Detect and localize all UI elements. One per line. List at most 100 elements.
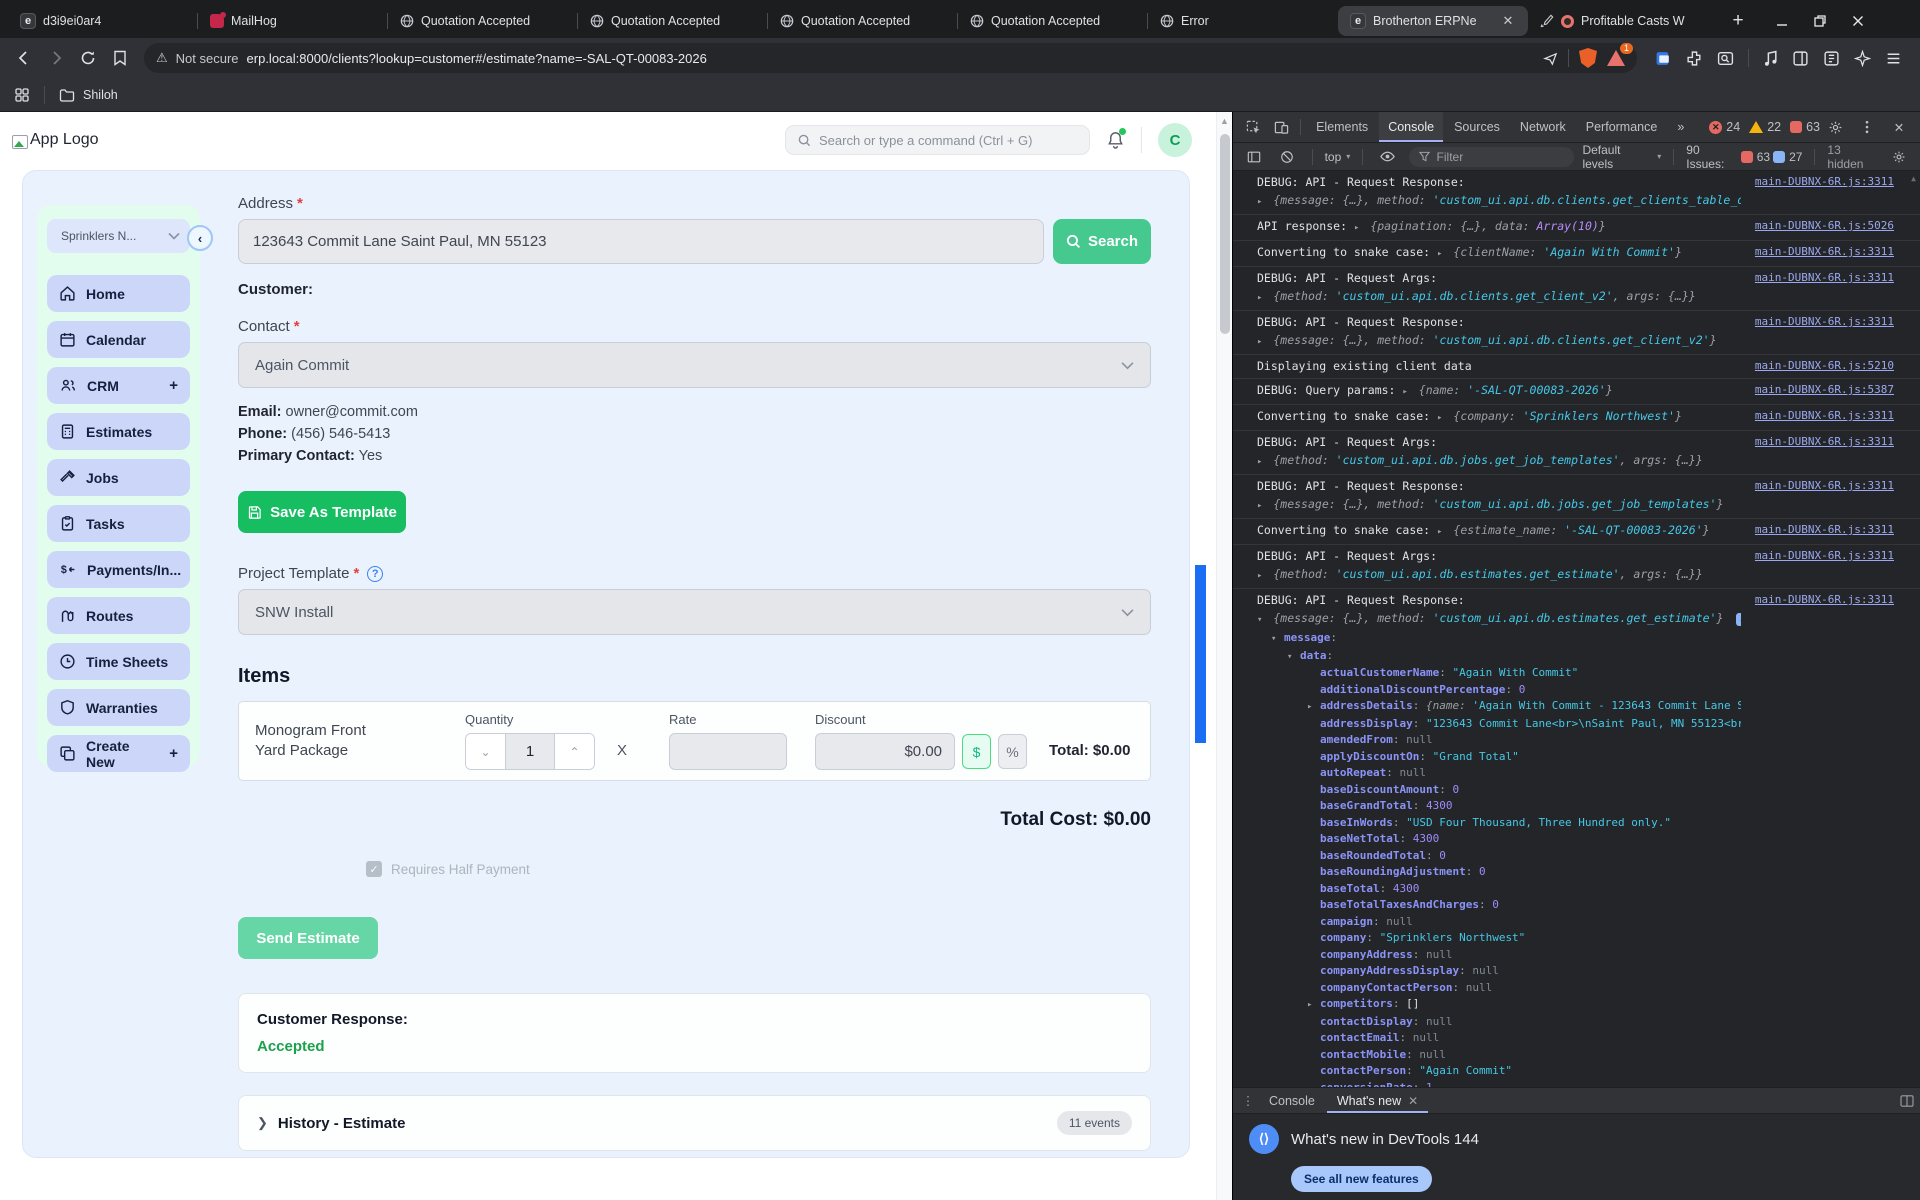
drawer-dock-icon[interactable] bbox=[1900, 1094, 1914, 1107]
reload-button[interactable] bbox=[74, 44, 102, 72]
sidebar-item-create-new[interactable]: Create New + bbox=[47, 735, 190, 772]
object-property[interactable]: autoRepeat: null bbox=[1257, 765, 1741, 782]
drawer-tab-whats-new[interactable]: What's new ✕ bbox=[1327, 1088, 1428, 1113]
discount-percent-toggle[interactable]: % bbox=[998, 734, 1028, 769]
object-property[interactable]: conversionRate: 1 bbox=[1257, 1080, 1741, 1088]
bookmark-folder-shiloh[interactable]: Shiloh bbox=[59, 88, 118, 102]
warning-count-badge[interactable]: 22 bbox=[1749, 120, 1781, 134]
sidebar-item-time-sheets[interactable]: Time Sheets bbox=[47, 643, 190, 680]
apps-grid-icon[interactable] bbox=[14, 87, 30, 103]
console-log-row[interactable]: Displaying existing client data main-DUB… bbox=[1233, 355, 1920, 379]
contact-select[interactable]: Again Commit bbox=[238, 342, 1151, 388]
object-property[interactable]: baseGrandTotal: 4300 bbox=[1257, 798, 1741, 815]
expand-caret-icon[interactable]: ▸ bbox=[1257, 571, 1262, 581]
console-log-row[interactable]: Converting to snake case: ▸ {company: 'S… bbox=[1233, 405, 1920, 431]
url-text[interactable]: erp.local:8000/clients?lookup=customer#/… bbox=[247, 51, 1527, 66]
context-selector[interactable]: top ▾ bbox=[1325, 150, 1351, 164]
sidebar-item-jobs[interactable]: Jobs bbox=[47, 459, 190, 496]
object-property[interactable]: additionalDiscountPercentage: 0 bbox=[1257, 682, 1741, 699]
object-property[interactable]: amendedFrom: null bbox=[1257, 732, 1741, 749]
minimize-button[interactable] bbox=[1776, 15, 1788, 27]
log-levels-dropdown[interactable]: Default levels ▾ bbox=[1582, 143, 1661, 171]
extensions-icon[interactable] bbox=[1686, 50, 1703, 67]
user-avatar[interactable]: C bbox=[1158, 123, 1192, 157]
tab-brotherton-erpnext-active[interactable]: e Brotherton ERPNe ✕ bbox=[1338, 6, 1528, 36]
inspect-element-icon[interactable] bbox=[1241, 115, 1267, 139]
object-property[interactable]: companyAddress: null bbox=[1257, 947, 1741, 964]
object-property[interactable]: ▸ addressDetails: {name: 'Again With Comm… bbox=[1257, 698, 1741, 716]
expand-caret-icon[interactable]: ▸ bbox=[1257, 337, 1262, 347]
tab-quotation-4[interactable]: Quotation Accepted bbox=[957, 6, 1148, 36]
brave-shield-icon[interactable] bbox=[1579, 48, 1597, 68]
reading-list-icon[interactable] bbox=[106, 44, 134, 72]
object-property[interactable]: campaign: null bbox=[1257, 914, 1741, 931]
source-link[interactable]: main-DUBNX-6R.js:3311 bbox=[1755, 521, 1894, 539]
sidebar-item-crm[interactable]: CRM + bbox=[47, 367, 190, 404]
brave-rewards-icon[interactable]: 1 bbox=[1607, 43, 1634, 66]
expand-caret-icon[interactable]: ▸ bbox=[1257, 197, 1262, 207]
expand-caret-icon[interactable]: ▸ bbox=[1437, 527, 1442, 537]
devtools-tab-network[interactable]: Network bbox=[1511, 112, 1575, 142]
source-link[interactable]: main-DUBNX-6R.js:3311 bbox=[1755, 547, 1894, 565]
tab-quotation-1[interactable]: Quotation Accepted bbox=[387, 6, 578, 36]
object-property[interactable]: baseTotal: 4300 bbox=[1257, 881, 1741, 898]
object-property[interactable]: contactPerson: "Again Commit" bbox=[1257, 1063, 1741, 1080]
console-settings-gear-icon[interactable] bbox=[1887, 145, 1912, 169]
send-estimate-button[interactable]: Send Estimate bbox=[238, 917, 378, 959]
object-property[interactable]: contactDisplay: null bbox=[1257, 1014, 1741, 1031]
address-bar[interactable]: ⚠ Not secure erp.local:8000/clients?look… bbox=[144, 43, 1637, 73]
back-button[interactable] bbox=[10, 44, 38, 72]
source-link[interactable]: main-DUBNX-6R.js:3311 bbox=[1755, 269, 1894, 287]
company-selector[interactable]: Sprinklers N... bbox=[47, 219, 190, 253]
form-scrollbar-thumb[interactable] bbox=[1195, 565, 1206, 743]
object-property[interactable]: companyContactPerson: null bbox=[1257, 980, 1741, 997]
sidebar-item-routes[interactable]: Routes bbox=[47, 597, 190, 634]
new-tab-button[interactable]: + bbox=[1724, 7, 1752, 35]
expand-caret-icon[interactable]: ▸ bbox=[1354, 223, 1359, 233]
project-template-select[interactable]: SNW Install bbox=[238, 589, 1151, 635]
devtools-tab-elements[interactable]: Elements bbox=[1307, 112, 1377, 142]
forward-button[interactable] bbox=[42, 44, 70, 72]
object-property[interactable]: company: "Sprinklers Northwest" bbox=[1257, 930, 1741, 947]
console-log-row[interactable]: Converting to snake case: ▸ {clientName:… bbox=[1233, 241, 1920, 267]
console-log-row[interactable]: API response: ▸ {pagination: {…}, data: … bbox=[1233, 215, 1920, 241]
sidebar-item-tasks[interactable]: Tasks bbox=[47, 505, 190, 542]
console-log-row[interactable]: DEBUG: API - Request Args: ▸ {method: 'c… bbox=[1233, 431, 1920, 475]
console-scrollbar[interactable]: ▲ bbox=[1907, 171, 1920, 1087]
tab-close-icon[interactable]: ✕ bbox=[1500, 13, 1516, 29]
expand-caret-icon[interactable]: ▸ bbox=[1437, 413, 1442, 423]
source-link[interactable]: main-DUBNX-6R.js:3311 bbox=[1755, 313, 1894, 331]
devtools-tab-console[interactable]: Console bbox=[1379, 112, 1444, 142]
history-accordion[interactable]: ❯ History - Estimate 11 events bbox=[238, 1095, 1151, 1151]
search-button[interactable]: Search bbox=[1053, 219, 1151, 264]
leo-ai-sparkle-icon[interactable] bbox=[1854, 49, 1871, 67]
devtools-tab-performance[interactable]: Performance bbox=[1577, 112, 1667, 142]
page-scrollbar[interactable]: ▲ bbox=[1216, 112, 1232, 1200]
app-logo[interactable]: App Logo bbox=[12, 131, 99, 149]
expand-caret-icon[interactable]: ▸ bbox=[1257, 457, 1262, 467]
increment-button[interactable]: ⌃ bbox=[555, 734, 594, 769]
collapse-caret-icon[interactable]: ▾ bbox=[1257, 615, 1262, 625]
expand-caret-icon[interactable]: ▸ bbox=[1307, 699, 1320, 716]
device-toolbar-icon[interactable] bbox=[1269, 115, 1295, 139]
object-property[interactable]: actualCustomerName: "Again With Commit" bbox=[1257, 665, 1741, 682]
restore-button[interactable] bbox=[1814, 15, 1826, 27]
object-property[interactable]: ▸ competitors: [] bbox=[1257, 996, 1741, 1014]
object-property[interactable]: baseRoundingAdjustment: 0 bbox=[1257, 864, 1741, 881]
tab-preview-icon[interactable] bbox=[1792, 50, 1809, 67]
sidebar-collapse-button[interactable]: ‹ bbox=[187, 225, 213, 251]
info-icon[interactable]: i bbox=[1736, 612, 1741, 626]
save-as-template-button[interactable]: Save As Template bbox=[238, 491, 406, 533]
sidebar-panel-icon[interactable] bbox=[1823, 50, 1840, 67]
source-link[interactable]: main-DUBNX-6R.js:5387 bbox=[1755, 381, 1894, 399]
object-property[interactable]: baseRoundedTotal: 0 bbox=[1257, 848, 1741, 865]
see-all-features-button[interactable]: See all new features bbox=[1291, 1166, 1432, 1192]
source-link[interactable]: main-DUBNX-6R.js:3311 bbox=[1755, 173, 1894, 191]
source-link[interactable]: main-DUBNX-6R.js:3311 bbox=[1755, 591, 1894, 609]
source-link[interactable]: main-DUBNX-6R.js:5026 bbox=[1755, 217, 1894, 235]
source-link[interactable]: main-DUBNX-6R.js:3311 bbox=[1755, 433, 1894, 451]
source-link[interactable]: main-DUBNX-6R.js:3311 bbox=[1755, 477, 1894, 495]
settings-gear-icon[interactable] bbox=[1822, 115, 1848, 139]
error-count-badge[interactable]: ✕ 24 bbox=[1709, 120, 1740, 134]
wallet-icon[interactable] bbox=[1655, 50, 1672, 67]
